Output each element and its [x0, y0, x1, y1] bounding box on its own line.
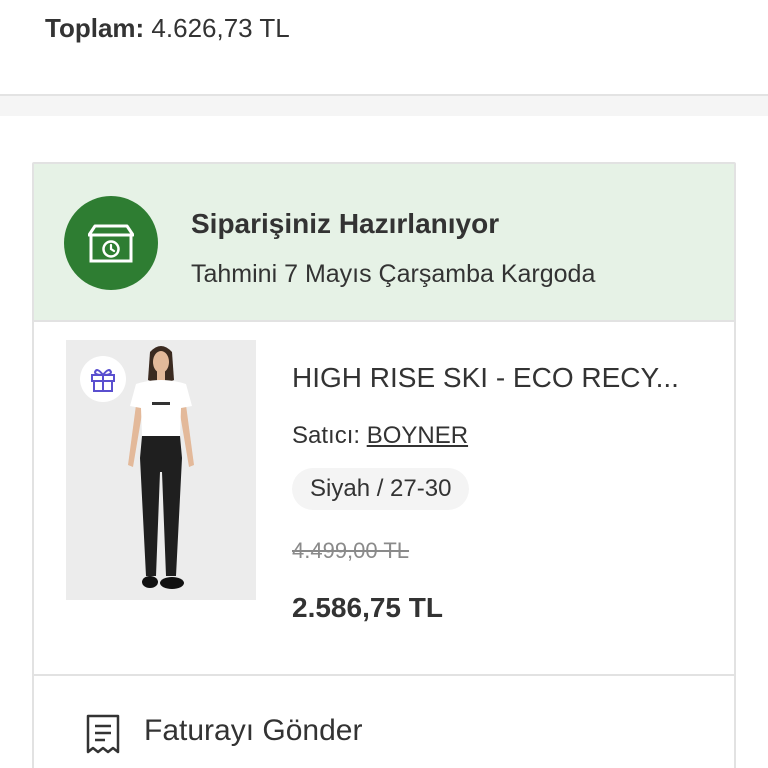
- product-item[interactable]: HIGH RISE SKI - ECO RECY... Satıcı: BOYN…: [34, 324, 734, 676]
- order-total-bar: Toplam: 4.626,73 TL: [0, 0, 768, 96]
- gift-icon: [91, 369, 115, 392]
- send-invoice-label[interactable]: Faturayı Gönder: [144, 714, 362, 748]
- order-status-banner: Siparişiniz Hazırlanıyor Tahmini 7 Mayıs…: [34, 164, 734, 322]
- package-clock-icon: [88, 224, 134, 263]
- total-value: 4.626,73 TL: [151, 13, 290, 43]
- order-card: Siparişiniz Hazırlanıyor Tahmini 7 Mayıs…: [32, 162, 736, 768]
- seller-link[interactable]: BOYNER: [367, 422, 468, 449]
- send-invoice-button[interactable]: Faturayı Gönder: [34, 676, 734, 768]
- product-name[interactable]: HIGH RISE SKI - ECO RECY...: [292, 362, 679, 394]
- status-title: Siparişiniz Hazırlanıyor: [191, 208, 500, 239]
- product-image[interactable]: [66, 340, 256, 600]
- old-price: 4.499,00 TL: [292, 538, 410, 563]
- variant-chip: Siyah / 27-30: [292, 468, 470, 510]
- status-estimate: Tahmini 7 Mayıs Çarşamba Kargoda: [191, 260, 596, 288]
- order-total: Toplam: 4.626,73 TL: [45, 10, 290, 46]
- status-icon-circle: [64, 196, 158, 290]
- total-label: Toplam:: [45, 13, 145, 43]
- seller-info: Satıcı: BOYNER: [292, 422, 468, 450]
- receipt-icon: [86, 714, 120, 754]
- section-divider: [0, 96, 768, 116]
- current-price: 2.586,75 TL: [292, 592, 443, 623]
- gift-badge: [80, 356, 126, 402]
- seller-label: Satıcı:: [292, 422, 361, 449]
